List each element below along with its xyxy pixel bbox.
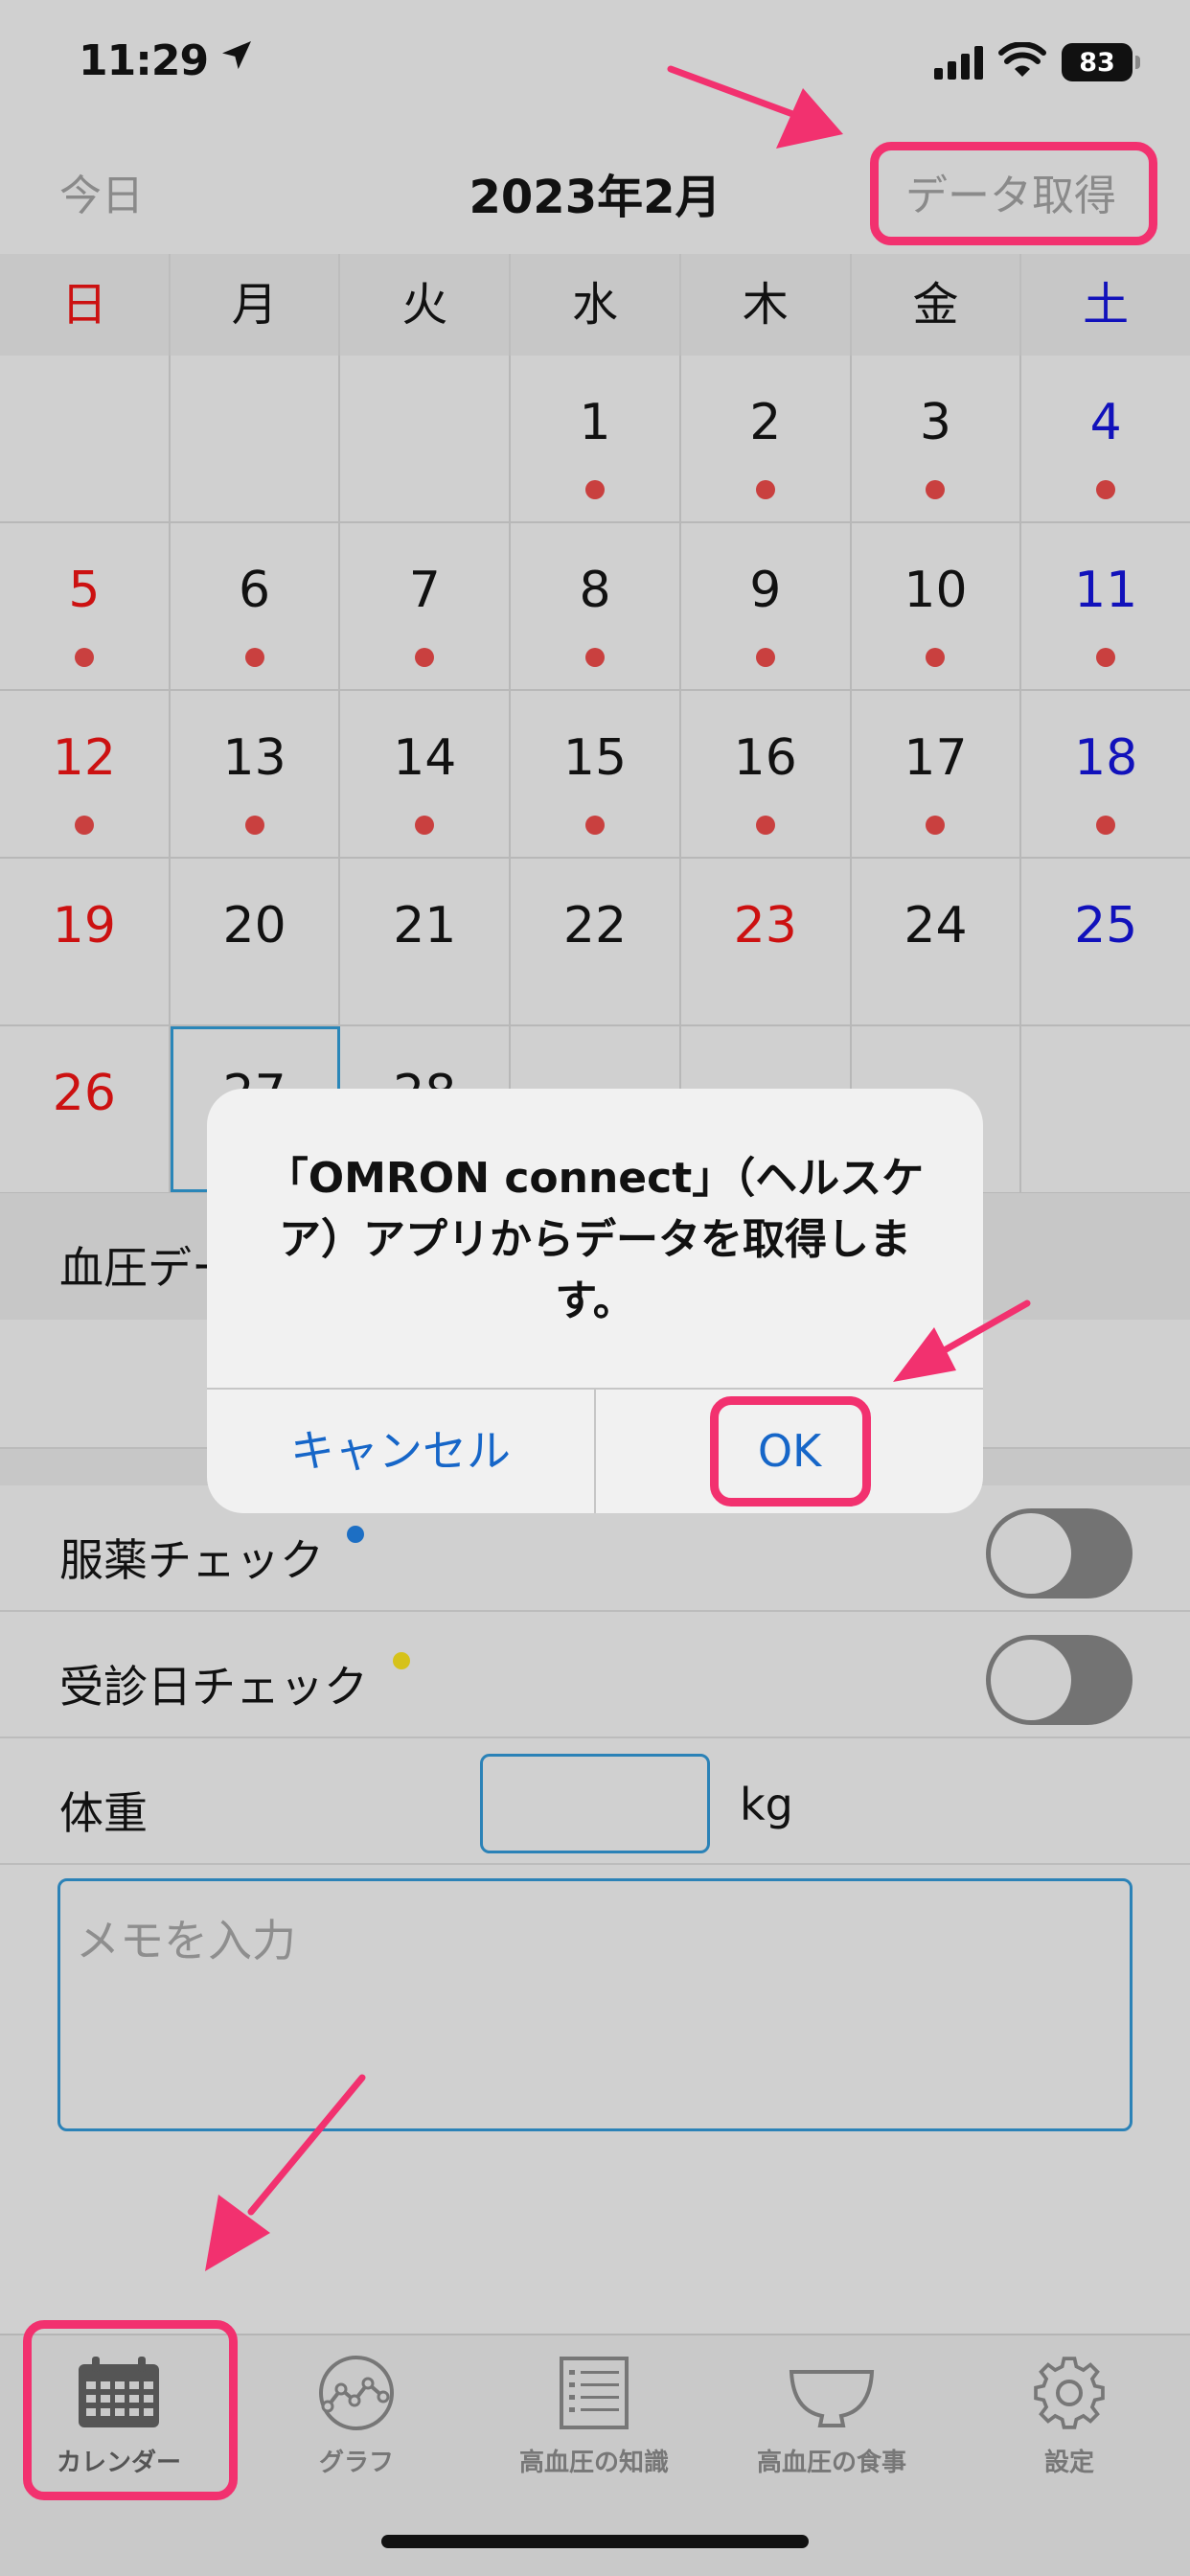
- annotation-arrows: [205, 65, 1031, 2271]
- arrow-head-fetch-data: [776, 88, 843, 149]
- arrow-to-calendar-tab: [247, 2074, 366, 2216]
- arrow-head-ok: [893, 1327, 956, 1382]
- arrow-to-fetch-data: [667, 65, 799, 119]
- arrow-head-calendar-tab: [205, 2195, 270, 2271]
- arrow-to-ok: [930, 1300, 1031, 1360]
